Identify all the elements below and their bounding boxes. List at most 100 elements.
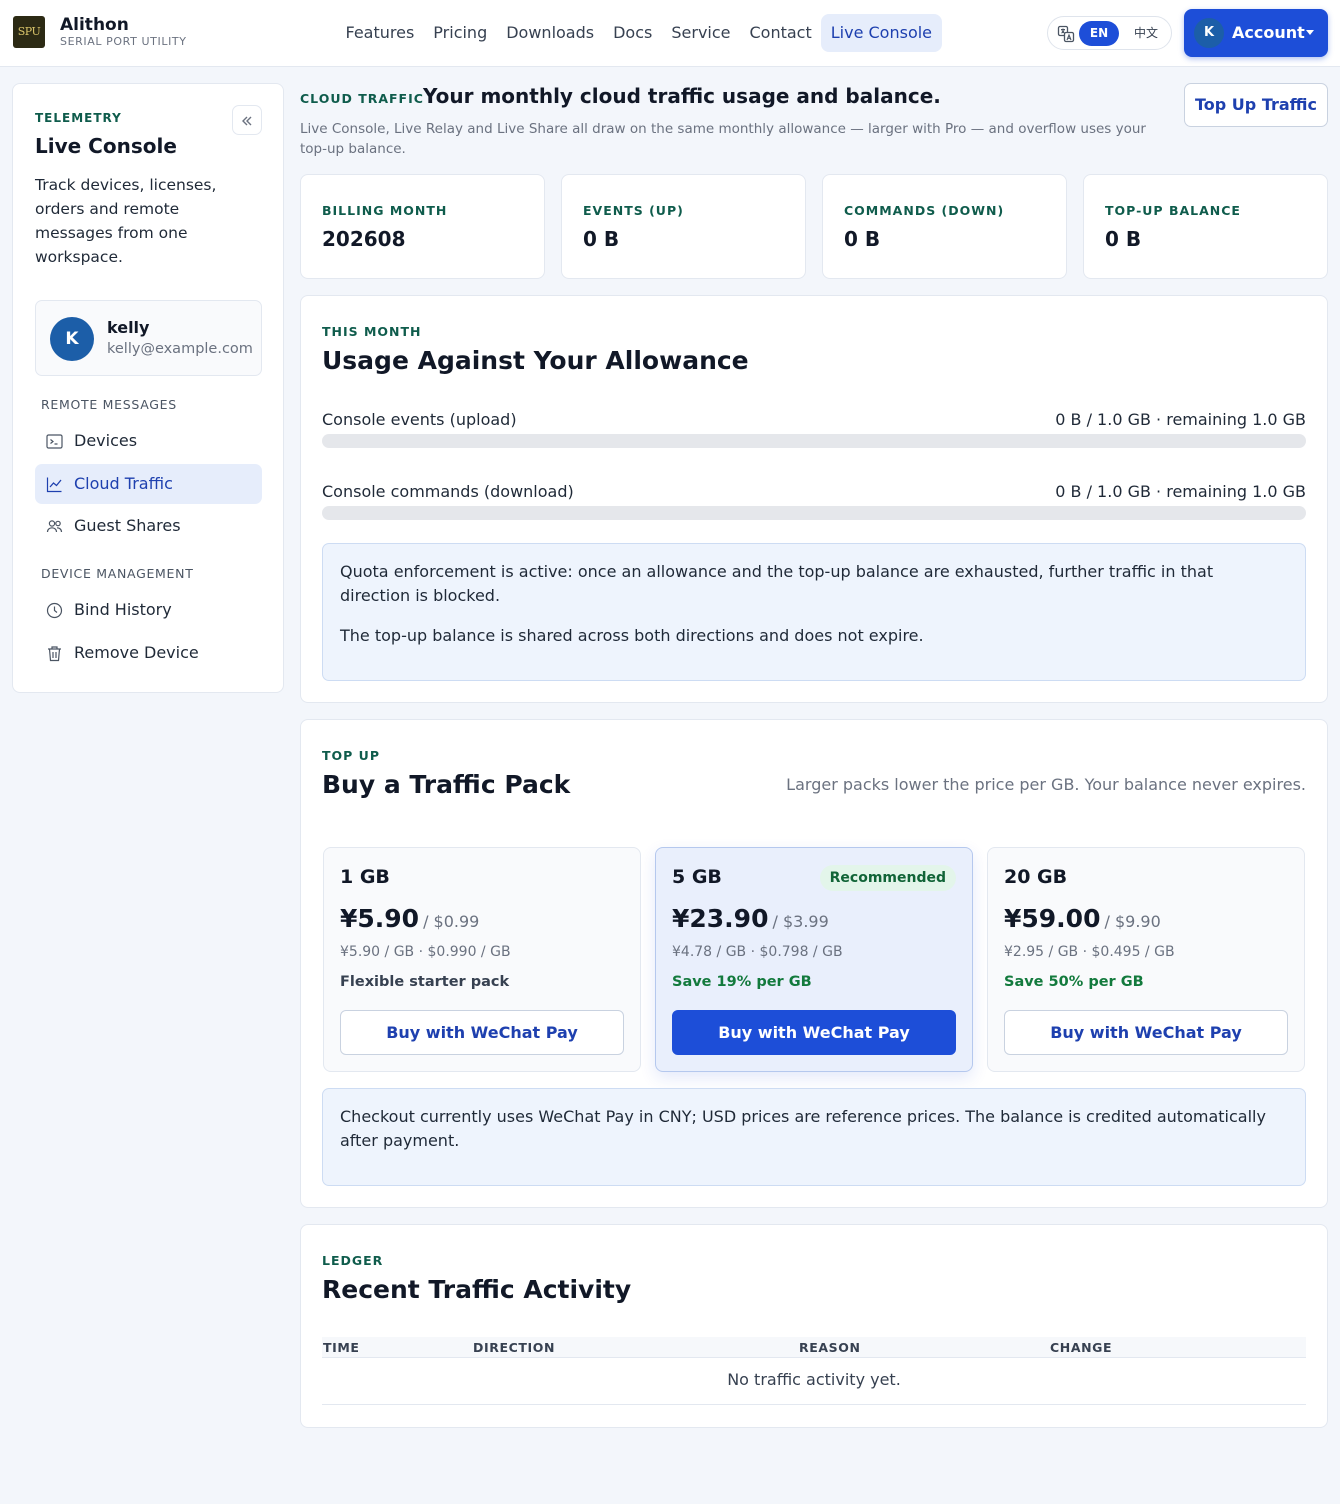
caret-down-icon xyxy=(1306,30,1314,35)
chevrons-left-icon xyxy=(242,116,252,126)
main-nav: Features Pricing Downloads Docs Service … xyxy=(336,14,942,52)
stat-value: 0 B xyxy=(844,227,881,251)
column-header-reason[interactable]: REASON xyxy=(799,1337,861,1358)
table-header: TIME DIRECTION REASON CHANGE xyxy=(322,1337,1306,1358)
translate-icon xyxy=(1057,25,1075,43)
sidebar-description: Track devices, licenses, orders and remo… xyxy=(35,176,217,266)
stat-label: COMMANDS (DOWN) xyxy=(844,203,1005,218)
account-avatar: K xyxy=(1194,18,1224,48)
sidebar-item-devices[interactable]: Devices xyxy=(35,421,262,461)
balance-note: The top-up balance is shared across both… xyxy=(340,626,924,645)
language-zh-option[interactable]: 中文 xyxy=(1131,21,1161,46)
stat-card-commands-down: COMMANDS (DOWN) 0 B xyxy=(822,174,1067,279)
top-navigation-bar: SPU Alithon SERIAL PORT UTILITY Features… xyxy=(0,0,1340,67)
pack-price: ¥5.90/ $0.99 xyxy=(340,904,479,933)
buy-1gb-button[interactable]: Buy with WeChat Pay xyxy=(340,1010,624,1055)
usage-panel: THIS MONTH Usage Against Your Allowance … xyxy=(300,295,1328,703)
pack-unit-price: ¥4.78 / GB · $0.798 / GB xyxy=(672,944,843,960)
ledger-table: TIME DIRECTION REASON CHANGE No traffic … xyxy=(322,1337,1306,1405)
stat-label: BILLING MONTH xyxy=(322,203,448,218)
recommended-badge: Recommended xyxy=(819,865,956,891)
pack-price-cny: ¥59.00 xyxy=(1004,904,1101,933)
collapse-sidebar-button[interactable] xyxy=(232,105,262,135)
stat-label: TOP-UP BALANCE xyxy=(1105,203,1241,218)
pack-price-cny: ¥5.90 xyxy=(340,904,420,933)
pack-price-usd: / $9.90 xyxy=(1104,912,1161,931)
clock-icon xyxy=(46,602,63,619)
usage-progress-bar xyxy=(322,434,1306,448)
stat-value: 202608 xyxy=(322,227,406,251)
account-label: Account xyxy=(1232,23,1305,42)
pack-note: Flexible starter pack xyxy=(340,974,510,990)
user-email: kelly@example.com xyxy=(107,341,253,357)
usage-value: 0 B / 1.0 GB · remaining 1.0 GB xyxy=(1055,410,1306,429)
traffic-pack-1gb: 1 GB ¥5.90/ $0.99 ¥5.90 / GB · $0.990 / … xyxy=(323,847,641,1072)
buy-traffic-panel: TOP UP Buy a Traffic Pack Larger packs l… xyxy=(300,719,1328,1208)
checkout-note: Checkout currently uses WeChat Pay in CN… xyxy=(340,1107,1266,1150)
traffic-pack-20gb: 20 GB ¥59.00/ $9.90 ¥2.95 / GB · $0.495 … xyxy=(987,847,1305,1072)
ledger-eyebrow: LEDGER xyxy=(322,1253,384,1268)
buy-eyebrow: TOP UP xyxy=(322,748,380,763)
top-up-traffic-button[interactable]: Top Up Traffic xyxy=(1184,83,1328,127)
nav-downloads[interactable]: Downloads xyxy=(497,14,604,52)
buy-20gb-button[interactable]: Buy with WeChat Pay xyxy=(1004,1010,1288,1055)
sidebar-group-remote-messages: REMOTE MESSAGES xyxy=(41,397,177,412)
buy-title: Buy a Traffic Pack xyxy=(322,770,571,799)
pack-price-usd: / $0.99 xyxy=(423,912,480,931)
usage-eyebrow: THIS MONTH xyxy=(322,324,422,339)
page-eyebrow: CLOUD TRAFFIC xyxy=(300,91,424,106)
pack-unit-price: ¥5.90 / GB · $0.990 / GB xyxy=(340,944,511,960)
traffic-pack-5gb: 5 GB Recommended ¥23.90/ $3.99 ¥4.78 / G… xyxy=(655,847,973,1072)
sidebar-item-remove-device[interactable]: Remove Device xyxy=(35,633,262,673)
user-avatar: K xyxy=(50,317,94,361)
pack-price: ¥59.00/ $9.90 xyxy=(1004,904,1161,933)
nav-contact[interactable]: Contact xyxy=(740,14,821,52)
stat-card-events-up: EVENTS (UP) 0 B xyxy=(561,174,806,279)
usage-progress-bar xyxy=(322,506,1306,520)
empty-state-message: No traffic activity yet. xyxy=(322,1358,1306,1405)
buy-5gb-button[interactable]: Buy with WeChat Pay xyxy=(672,1010,956,1055)
page-title: Your monthly cloud traffic usage and bal… xyxy=(423,84,941,108)
account-menu-button[interactable]: K Account xyxy=(1184,9,1328,57)
sidebar-item-label: Bind History xyxy=(74,600,172,619)
quota-info-box: Quota enforcement is active: once an all… xyxy=(322,543,1306,681)
pack-size: 1 GB xyxy=(340,866,390,888)
page-description: Live Console, Live Relay and Live Share … xyxy=(300,121,1146,157)
checkout-info-box: Checkout currently uses WeChat Pay in CN… xyxy=(322,1088,1306,1186)
column-header-direction[interactable]: DIRECTION xyxy=(473,1337,555,1358)
sidebar-item-bind-history[interactable]: Bind History xyxy=(35,590,262,630)
quota-note: Quota enforcement is active: once an all… xyxy=(340,562,1214,605)
nav-docs[interactable]: Docs xyxy=(604,14,662,52)
sidebar-eyebrow: TELEMETRY xyxy=(35,111,122,125)
column-header-time[interactable]: TIME xyxy=(323,1337,360,1358)
nav-pricing[interactable]: Pricing xyxy=(424,14,497,52)
sidebar-group-device-management: DEVICE MANAGEMENT xyxy=(41,566,194,581)
pack-unit-price: ¥2.95 / GB · $0.495 / GB xyxy=(1004,944,1175,960)
stat-value: 0 B xyxy=(583,227,620,251)
sidebar: TELEMETRY Live Console Track devices, li… xyxy=(12,83,284,693)
stat-card-billing-month: BILLING MONTH 202608 xyxy=(300,174,545,279)
language-en-option[interactable]: EN xyxy=(1079,21,1119,46)
app-logo[interactable]: SPU xyxy=(13,16,45,48)
chart-line-icon xyxy=(46,477,62,493)
buy-note: Larger packs lower the price per GB. You… xyxy=(786,775,1306,794)
sidebar-item-label: Devices xyxy=(74,431,138,450)
column-header-change[interactable]: CHANGE xyxy=(1050,1337,1112,1358)
ledger-title: Recent Traffic Activity xyxy=(322,1275,632,1304)
nav-live-console[interactable]: Live Console xyxy=(821,14,942,52)
nav-service[interactable]: Service xyxy=(662,14,740,52)
trash-icon xyxy=(48,646,61,662)
user-name: kelly xyxy=(107,318,150,337)
terminal-icon xyxy=(46,434,63,449)
usage-value: 0 B / 1.0 GB · remaining 1.0 GB xyxy=(1055,482,1306,501)
pack-savings: Save 50% per GB xyxy=(1004,974,1144,990)
sidebar-item-guest-shares[interactable]: Guest Shares xyxy=(35,506,262,546)
sidebar-item-label: Remove Device xyxy=(74,643,199,662)
nav-features[interactable]: Features xyxy=(336,14,424,52)
pack-savings: Save 19% per GB xyxy=(672,974,812,990)
pack-size: 20 GB xyxy=(1004,866,1068,888)
sidebar-item-cloud-traffic[interactable]: Cloud Traffic xyxy=(35,464,262,504)
pack-price-cny: ¥23.90 xyxy=(672,904,769,933)
stat-value: 0 B xyxy=(1105,227,1142,251)
language-switcher: EN 中文 xyxy=(1047,16,1172,50)
